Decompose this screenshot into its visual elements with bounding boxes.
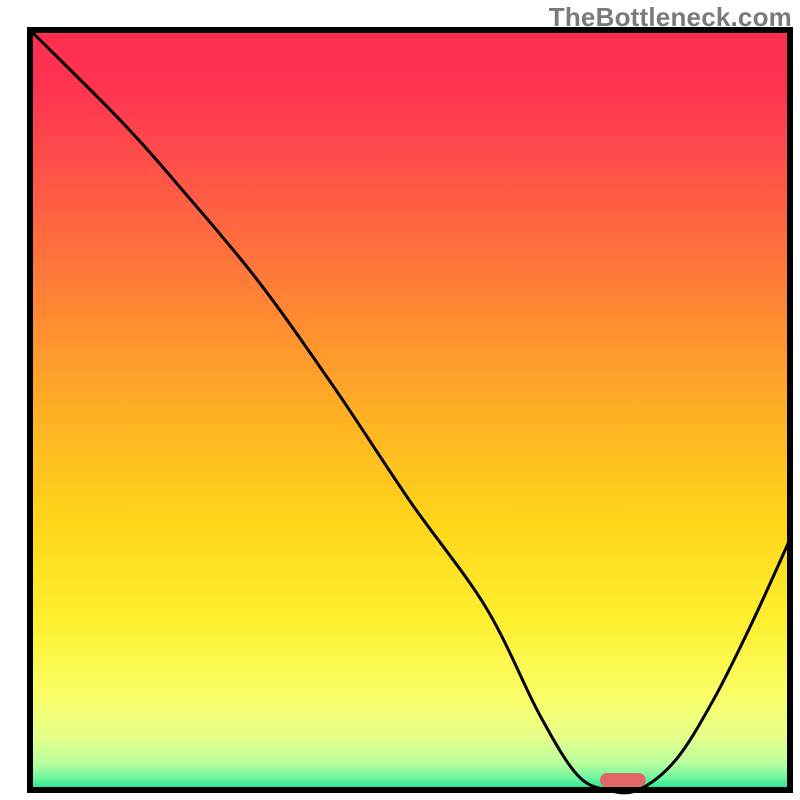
- watermark-text: TheBottleneck.com: [549, 2, 792, 33]
- chart-svg: [0, 0, 800, 800]
- bottleneck-chart: TheBottleneck.com: [0, 0, 800, 800]
- optimal-range-marker: [600, 773, 646, 787]
